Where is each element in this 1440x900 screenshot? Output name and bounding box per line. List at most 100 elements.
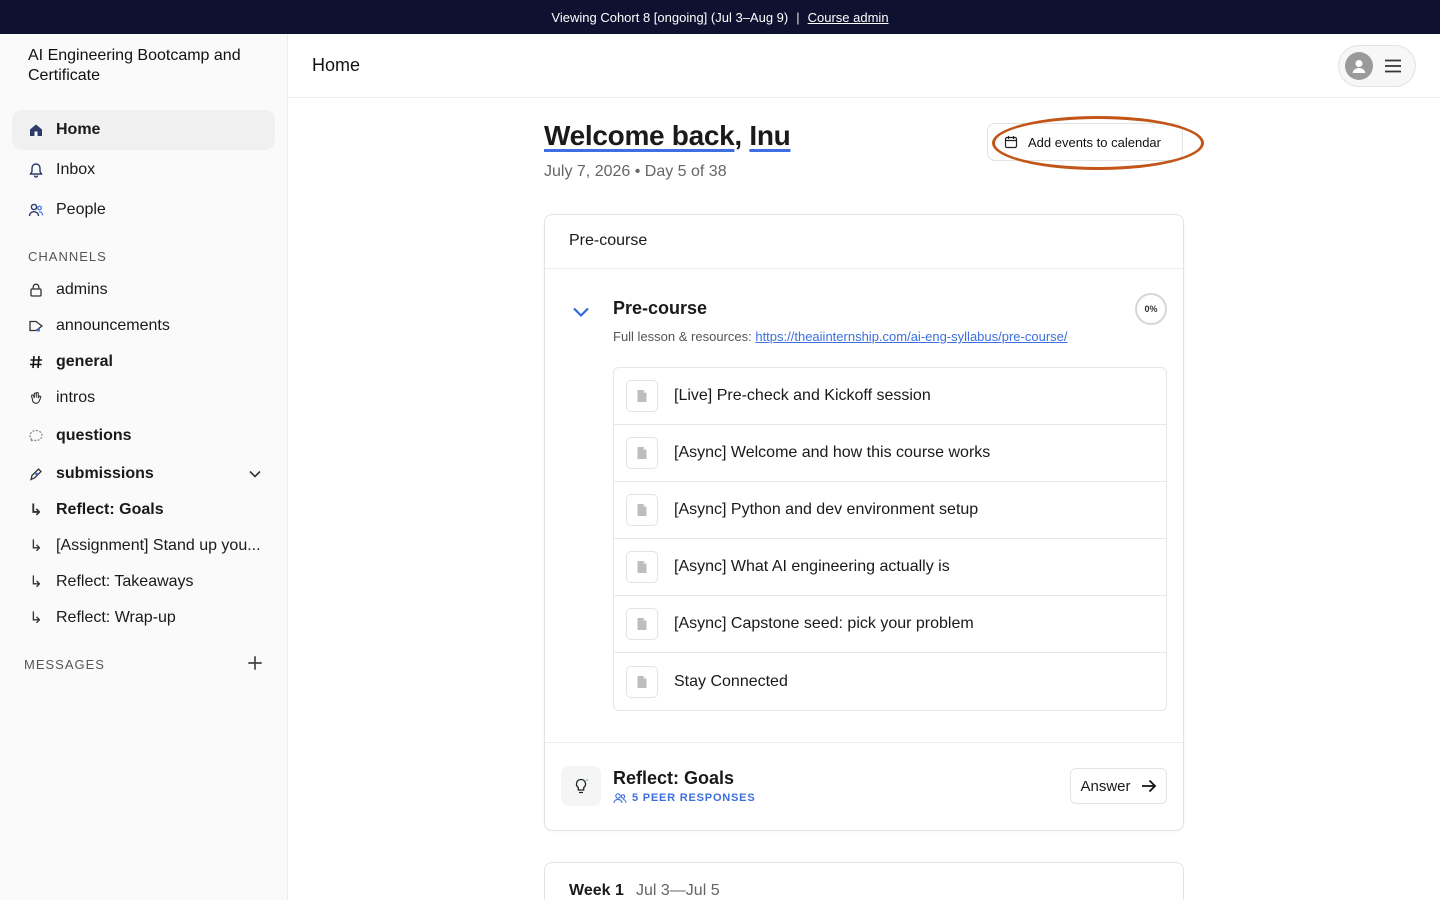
sub-arrow-icon: ↳ (29, 502, 43, 519)
sub-arrow-icon: ↳ (29, 538, 43, 555)
progress-indicator: 0% (1135, 293, 1167, 325)
lesson-title: [Async] What AI engineering actually is (674, 558, 950, 575)
card-header: Pre-course (545, 215, 1183, 269)
welcome-name: Inu (749, 120, 791, 151)
answer-button[interactable]: Answer (1070, 768, 1167, 804)
sidebar-item-home[interactable]: Home (12, 110, 275, 150)
sidebar-item-people[interactable]: People (12, 190, 275, 230)
collapse-chevron-icon[interactable] (571, 305, 591, 319)
date-progress-line: July 7, 2026 • Day 5 of 38 (544, 163, 727, 180)
submission-reflect-takeaways[interactable]: ↳ Reflect: Takeaways (12, 562, 275, 602)
pen-icon (28, 466, 44, 482)
week-date-range: Jul 3—Jul 5 (636, 882, 720, 899)
arrow-right-icon (1141, 779, 1156, 793)
peer-responses-link[interactable]: 5 PEER RESPONSES (613, 792, 755, 804)
submission-label: Reflect: Takeaways (56, 573, 194, 590)
peer-responses-label: 5 PEER RESPONSES (632, 792, 756, 804)
document-icon (626, 608, 658, 640)
channel-admins[interactable]: admins (12, 270, 275, 310)
add-events-to-calendar-button[interactable]: Add events to calendar (987, 123, 1183, 161)
lesson-list: [Live] Pre-check and Kickoff session [As… (613, 367, 1167, 711)
course-admin-link[interactable]: Course admin (808, 10, 889, 25)
banner-separator: | (796, 9, 800, 25)
bell-icon (28, 162, 44, 178)
channel-general[interactable]: general (12, 342, 275, 382)
hash-icon (28, 354, 44, 370)
calendar-icon (1004, 136, 1018, 149)
document-icon (626, 380, 658, 412)
lesson-item[interactable]: Stay Connected (614, 653, 1166, 710)
channel-label: intros (56, 389, 96, 406)
channel-intros[interactable]: intros (12, 378, 275, 418)
sub-arrow-icon: ↳ (29, 574, 43, 591)
document-icon (626, 437, 658, 469)
resources-label: Full lesson & resources: (613, 329, 756, 344)
cohort-banner-text: Viewing Cohort 8 [ongoing] (Jul 3–Aug 9) (551, 9, 789, 25)
submission-assignment[interactable]: ↳ [Assignment] Stand up you... (12, 526, 275, 566)
lesson-item[interactable]: [Async] Capstone seed: pick your problem (614, 596, 1166, 653)
lesson-item[interactable]: [Live] Pre-check and Kickoff session (614, 368, 1166, 425)
sidebar-item-inbox[interactable]: Inbox (12, 150, 275, 190)
hamburger-menu-icon (1385, 59, 1401, 73)
channel-submissions[interactable]: submissions (12, 454, 275, 494)
channel-label: announcements (56, 317, 170, 334)
sidebar-item-label: People (56, 201, 106, 218)
submission-reflect-wrapup[interactable]: ↳ Reflect: Wrap-up (12, 598, 275, 638)
lesson-title: [Async] Python and dev environment setup (674, 501, 979, 518)
megaphone-icon (28, 318, 44, 334)
week-title: Week 1 (569, 882, 624, 899)
channel-label: general (56, 353, 113, 370)
card-divider (545, 742, 1183, 743)
cohort-banner: Viewing Cohort 8 [ongoing] (Jul 3–Aug 9)… (0, 0, 1440, 34)
lesson-item[interactable]: [Async] What AI engineering actually is (614, 539, 1166, 596)
channel-questions[interactable]: questions (12, 416, 275, 456)
submission-label: Reflect: Goals (56, 501, 164, 518)
chat-bubble-icon (28, 428, 44, 444)
answer-button-label: Answer (1080, 777, 1131, 795)
week-1-card[interactable]: Week 1 Jul 3—Jul 5 (544, 862, 1184, 900)
wave-icon (28, 390, 44, 406)
lesson-title: [Async] Capstone seed: pick your problem (674, 615, 974, 632)
submission-label: Reflect: Wrap-up (56, 609, 176, 626)
page-title: Home (312, 55, 361, 75)
resources-link[interactable]: https://theaiinternship.com/ai-eng-sylla… (755, 329, 1067, 344)
lesson-item[interactable]: [Async] Python and dev environment setup (614, 482, 1166, 539)
document-icon (626, 551, 658, 583)
add-message-plus-icon[interactable] (246, 654, 264, 672)
welcome-heading: Welcome back, Inu (544, 120, 791, 152)
home-icon (28, 122, 44, 138)
user-menu-button[interactable] (1338, 45, 1416, 87)
resources-line: Full lesson & resources: https://theaiin… (613, 329, 1068, 344)
channel-label: submissions (56, 465, 154, 482)
welcome-comma: , (734, 120, 750, 151)
page-header: Home (288, 34, 1440, 98)
reflect-goals-title[interactable]: Reflect: Goals (613, 768, 734, 789)
course-brand-title[interactable]: AI Engineering Bootcamp and Certificate (28, 46, 248, 86)
sidebar-item-label: Inbox (56, 161, 96, 178)
lesson-title: [Live] Pre-check and Kickoff session (674, 387, 931, 404)
lesson-item[interactable]: [Async] Welcome and how this course work… (614, 425, 1166, 482)
pre-course-card: Pre-course Pre-course 0% Full lesson & r… (544, 214, 1184, 831)
chevron-down-icon[interactable] (247, 466, 263, 482)
submission-reflect-goals[interactable]: ↳ Reflect: Goals (12, 490, 275, 530)
sidebar: AI Engineering Bootcamp and Certificate … (0, 34, 288, 900)
avatar (1345, 52, 1373, 80)
calendar-button-label: Add events to calendar (1028, 134, 1161, 150)
document-icon (626, 665, 658, 698)
messages-section-label: MESSAGES (24, 657, 105, 672)
document-icon (626, 494, 658, 526)
channel-label: questions (56, 427, 132, 444)
channels-section-label: CHANNELS (28, 249, 107, 264)
sidebar-item-label: Home (56, 121, 101, 138)
lesson-title: [Async] Welcome and how this course work… (674, 444, 991, 461)
section-title: Pre-course (613, 298, 708, 318)
peer-people-icon (613, 793, 627, 804)
lock-icon (28, 282, 44, 298)
channel-label: admins (56, 281, 108, 298)
sub-arrow-icon: ↳ (29, 610, 43, 627)
lesson-title: Stay Connected (674, 672, 788, 690)
lightbulb-icon (561, 766, 601, 806)
welcome-prefix: Welcome back (544, 120, 735, 151)
channel-announcements[interactable]: announcements (12, 306, 275, 346)
user-silhouette-icon (1352, 60, 1366, 73)
